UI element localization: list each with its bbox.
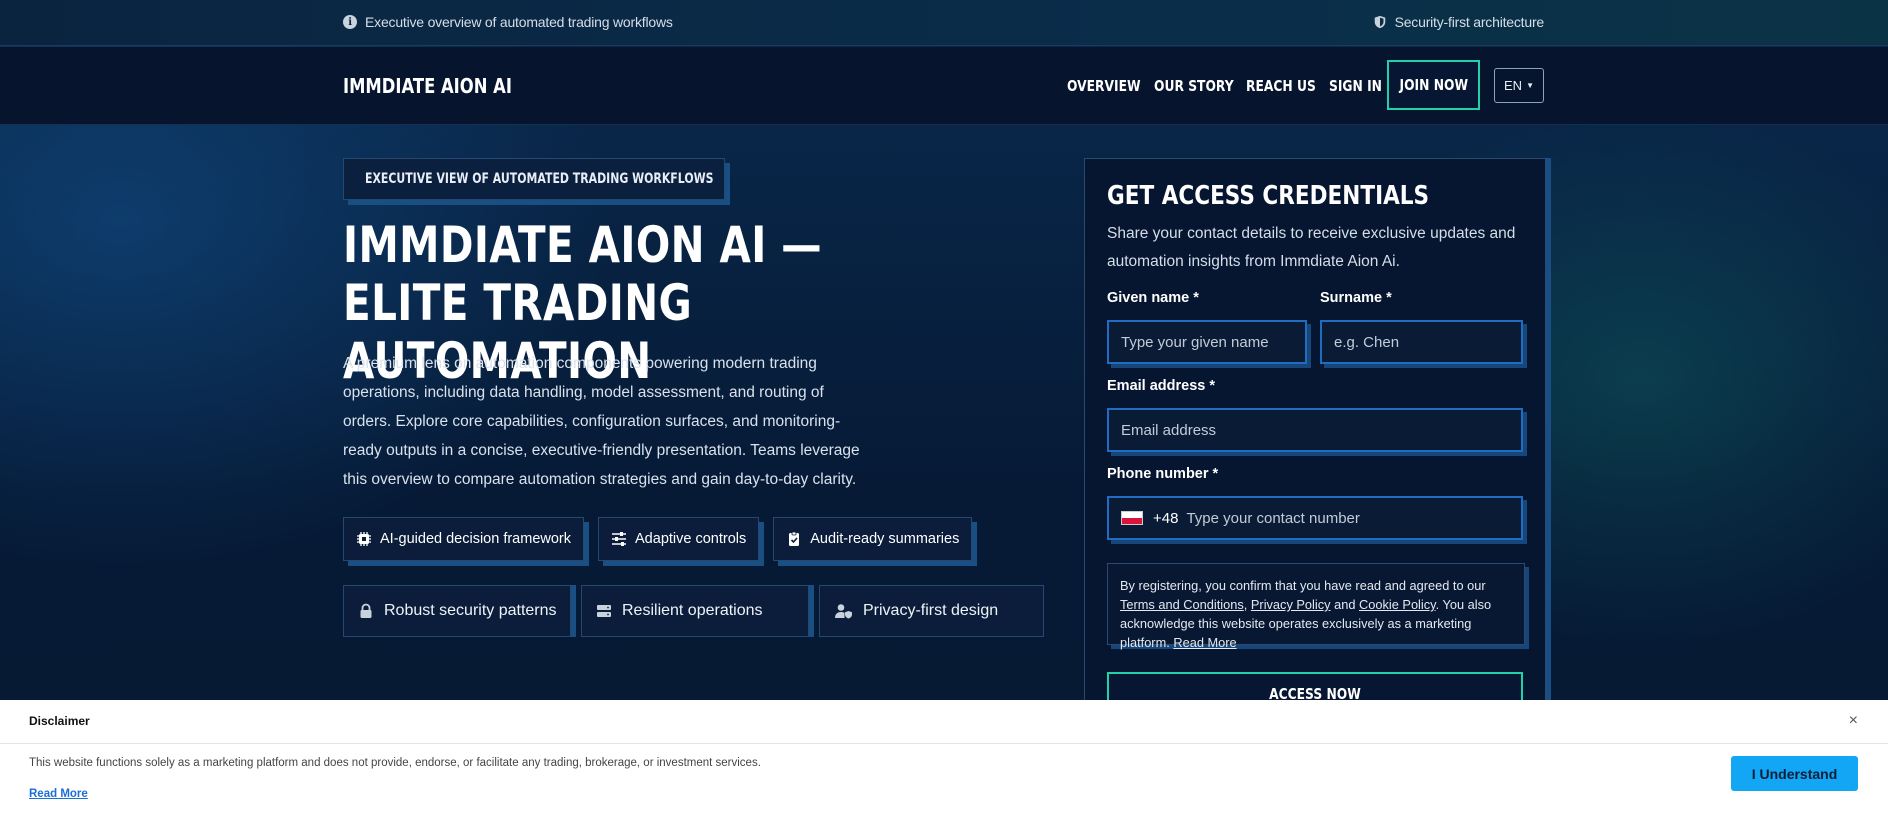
hero-description: A premium lens on automation components …	[343, 355, 860, 488]
disclaimer-title: Disclaimer	[29, 714, 90, 728]
feature-label: Resilient operations	[622, 602, 763, 619]
consent-notice: By registering, you confirm that you hav…	[1107, 563, 1525, 650]
nav-links: OVERVIEW OUR STORY REACH US SIGN IN	[1067, 61, 1396, 111]
shield-icon	[1374, 15, 1385, 29]
poland-flag-icon[interactable]	[1121, 511, 1143, 525]
cookie-link[interactable]: Cookie Policy	[1359, 597, 1436, 612]
feature-security: Robust security patterns	[343, 585, 571, 637]
top-info-bar: i Executive overview of automated tradin…	[0, 0, 1888, 46]
nav-link-sign-in[interactable]: SIGN IN	[1329, 77, 1382, 95]
phone-input[interactable]: +48 Type your contact number	[1107, 496, 1523, 540]
privacy-link[interactable]: Privacy Policy	[1251, 597, 1331, 612]
given-name-label: Given name *	[1107, 290, 1199, 306]
join-now-label: JOIN NOW	[1399, 76, 1468, 94]
info-text: Executive overview of automated trading …	[365, 14, 673, 30]
brand-logo[interactable]: IMMDIATE AION AI	[343, 74, 512, 98]
caret-down-icon: ▼	[1526, 81, 1534, 90]
info-icon: i	[343, 15, 357, 29]
lock-icon	[360, 603, 372, 618]
clipboard-check-icon	[789, 531, 800, 546]
feature-label: Robust security patterns	[384, 602, 557, 619]
chip-icon	[357, 532, 371, 546]
card-subtitle: Share your contact details to receive ex…	[1107, 225, 1516, 270]
security-text: Security-first architecture	[1394, 14, 1545, 30]
language-selector[interactable]: EN ▼	[1494, 68, 1544, 103]
user-shield-icon	[835, 604, 852, 619]
given-name-placeholder: Type your given name	[1121, 333, 1269, 351]
i-understand-button[interactable]: I Understand	[1731, 756, 1858, 791]
server-icon	[597, 605, 611, 617]
feature-label: Privacy-first design	[863, 602, 999, 619]
feature-tiles: Robust security patterns Resilient opera…	[343, 585, 1054, 637]
surname-input[interactable]: e.g. Chen	[1320, 320, 1523, 364]
nav-link-reach-us[interactable]: REACH US	[1246, 77, 1316, 95]
consent-separator: ,	[1243, 597, 1251, 612]
nav-link-overview[interactable]: OVERVIEW	[1067, 77, 1141, 95]
eyebrow-badge: EXECUTIVE VIEW OF AUTOMATED TRADING WORK…	[343, 158, 725, 200]
signup-card: GET ACCESS CREDENTIALS Share your contac…	[1084, 158, 1546, 718]
disclaimer-header: Disclaimer ×	[0, 700, 1888, 744]
given-name-input[interactable]: Type your given name	[1107, 320, 1307, 364]
email-input[interactable]: Email address	[1107, 408, 1523, 452]
navbar: IMMDIATE AION AI OVERVIEW OUR STORY REAC…	[0, 47, 1888, 125]
phone-placeholder: Type your contact number	[1186, 509, 1360, 527]
chip-adaptive-controls: Adaptive controls	[598, 517, 760, 561]
chip-label: AI-guided decision framework	[380, 531, 572, 547]
nav-link-our-story[interactable]: OUR STORY	[1154, 77, 1234, 95]
eyebrow-text: EXECUTIVE VIEW OF AUTOMATED TRADING WORK…	[365, 171, 714, 187]
join-now-button[interactable]: JOIN NOW	[1387, 60, 1480, 110]
terms-link[interactable]: Terms and Conditions	[1120, 597, 1244, 612]
capability-chips: AI-guided decision framework Adaptive co…	[343, 517, 986, 561]
consent-text: By registering, you confirm that you hav…	[1120, 578, 1486, 593]
disclaimer-read-more-link[interactable]: Read More	[29, 788, 88, 800]
close-icon[interactable]: ×	[1849, 712, 1858, 730]
feature-privacy: Privacy-first design	[819, 585, 1044, 637]
email-placeholder: Email address	[1121, 421, 1217, 439]
info-message: i Executive overview of automated tradin…	[343, 14, 673, 30]
email-label: Email address *	[1107, 378, 1215, 394]
chip-label: Adaptive controls	[635, 531, 747, 547]
sliders-icon	[612, 532, 627, 546]
chip-label: Audit-ready summaries	[810, 531, 960, 547]
feature-resilient: Resilient operations	[581, 585, 809, 637]
phone-label: Phone number *	[1107, 466, 1219, 482]
chip-audit-ready: Audit-ready summaries	[773, 517, 973, 561]
chip-ai-guided: AI-guided decision framework	[343, 517, 585, 561]
phone-prefix: +48	[1153, 509, 1179, 527]
disclaimer-text: This website functions solely as a marke…	[29, 757, 761, 769]
card-title: GET ACCESS CREDENTIALS	[1107, 181, 1430, 211]
language-label: EN	[1504, 78, 1523, 93]
consent-separator: and	[1330, 597, 1360, 612]
surname-placeholder: e.g. Chen	[1334, 333, 1400, 351]
surname-label: Surname *	[1320, 290, 1392, 306]
security-message: Security-first architecture	[1373, 14, 1544, 30]
disclaimer-banner: Disclaimer × This website functions sole…	[0, 700, 1888, 818]
read-more-link[interactable]: Read More	[1173, 635, 1236, 650]
